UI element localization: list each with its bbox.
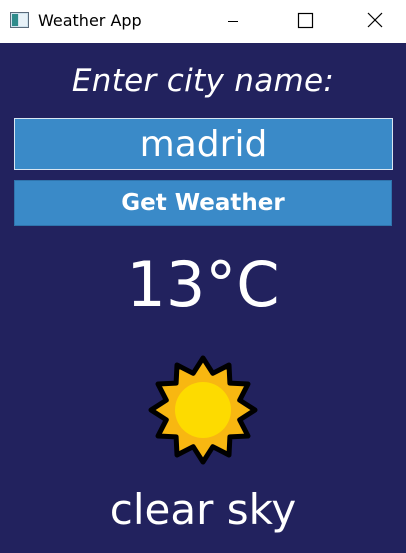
window-title: Weather App — [38, 11, 142, 30]
close-button[interactable] — [352, 0, 398, 43]
maximize-button[interactable] — [282, 0, 328, 43]
title-bar[interactable]: Weather App — [0, 0, 406, 43]
weather-condition: clear sky — [109, 485, 297, 534]
maximize-icon — [297, 12, 314, 29]
weather-app-window: Weather App Enter city name: Get Weather… — [0, 0, 406, 553]
sun-icon — [148, 355, 258, 465]
minimize-icon — [228, 21, 238, 22]
client-area: Enter city name: Get Weather 13°C clear … — [0, 43, 406, 553]
city-prompt-label: Enter city name: — [71, 63, 335, 99]
city-input[interactable] — [14, 118, 393, 170]
get-weather-button[interactable]: Get Weather — [14, 180, 392, 226]
app-icon — [10, 12, 29, 28]
close-icon — [367, 12, 383, 28]
minimize-button[interactable] — [210, 0, 256, 43]
temperature-display: 13°C — [126, 248, 280, 321]
